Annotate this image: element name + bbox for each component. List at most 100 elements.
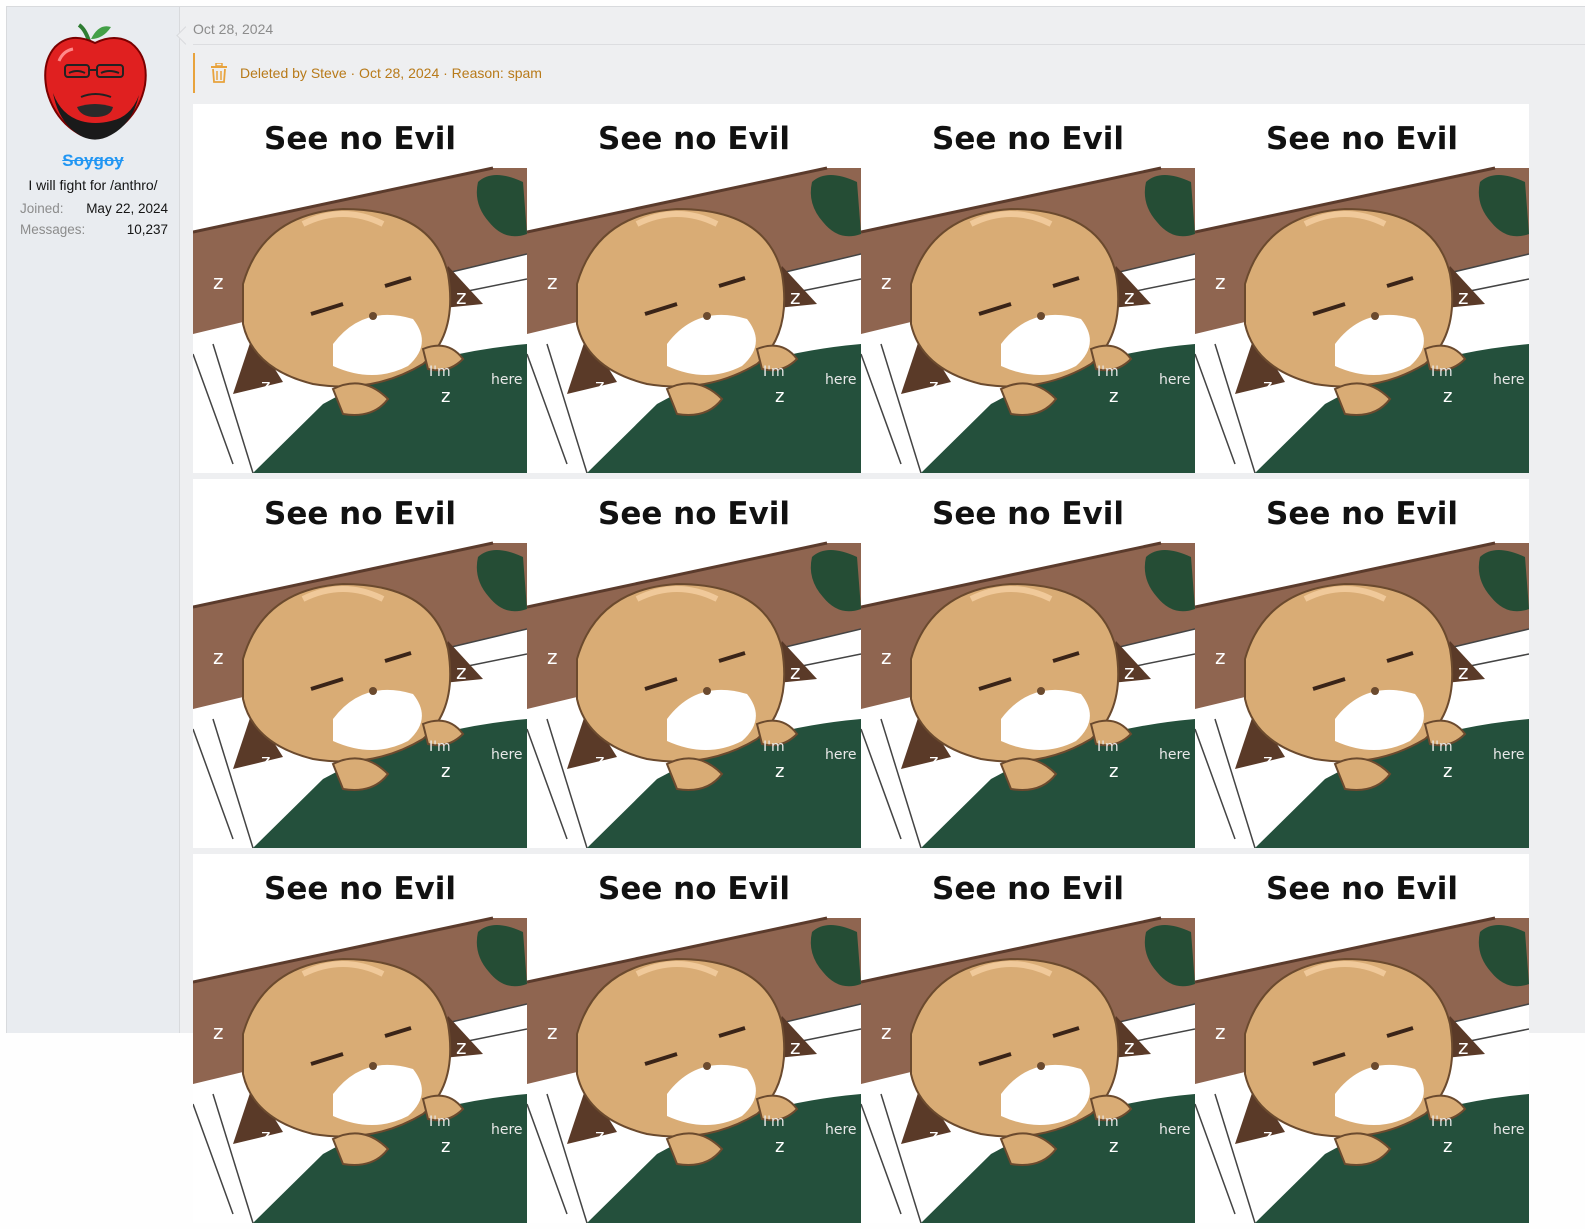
- svg-text:z: z: [1109, 386, 1118, 407]
- stat-value[interactable]: 10,237: [127, 222, 168, 237]
- svg-text:z: z: [1443, 1136, 1452, 1157]
- image-row: See no Evil z z z z I'm here See no Evil…: [193, 479, 1529, 848]
- meme-scribble: here: [491, 372, 523, 388]
- svg-text:z: z: [1124, 660, 1135, 684]
- svg-text:z: z: [929, 1126, 938, 1147]
- stat-label: Joined:: [20, 201, 64, 216]
- meme-scribble: I'm: [1097, 739, 1119, 755]
- meme-scribble: here: [1159, 1122, 1191, 1138]
- stat-label: Messages:: [20, 222, 86, 237]
- meme-scribble: here: [825, 372, 857, 388]
- meme-tile: See no Evil z z z z I'm here: [861, 854, 1195, 1223]
- meme-caption: See no Evil: [264, 121, 456, 157]
- svg-text:z: z: [775, 386, 784, 407]
- meme-scribble: I'm: [1431, 739, 1453, 755]
- meme-caption: See no Evil: [264, 871, 456, 907]
- svg-text:z: z: [790, 1035, 801, 1059]
- svg-text:z: z: [1263, 1126, 1272, 1147]
- meme-tile: See no Evil z z z z I'm here: [193, 854, 527, 1223]
- meme-scribble: here: [1159, 747, 1191, 763]
- svg-text:z: z: [213, 1020, 224, 1044]
- stat-joined: Joined: May 22, 2024: [20, 201, 168, 216]
- meme-tile: See no Evil z z z z I'm here: [1195, 104, 1529, 473]
- meme-scribble: I'm: [429, 364, 451, 380]
- meme-scribble: here: [1493, 747, 1525, 763]
- meme-art: See no Evil z z z z I'm here: [527, 479, 861, 848]
- meme-tile: See no Evil z z z z I'm here: [193, 104, 527, 473]
- meme-scribble: I'm: [763, 1114, 785, 1130]
- svg-text:z: z: [547, 1020, 558, 1044]
- svg-text:z: z: [456, 660, 467, 684]
- svg-text:z: z: [1215, 645, 1226, 669]
- meme-scribble: here: [1493, 1122, 1525, 1138]
- svg-text:z: z: [929, 376, 938, 397]
- svg-text:z: z: [1263, 376, 1272, 397]
- svg-text:z: z: [441, 386, 450, 407]
- svg-text:z: z: [1109, 761, 1118, 782]
- svg-text:z: z: [1458, 660, 1469, 684]
- meme-tile: See no Evil z z z z I'm here: [861, 104, 1195, 473]
- meme-art: See no Evil z z z z I'm here: [861, 854, 1195, 1223]
- svg-text:z: z: [213, 270, 224, 294]
- svg-text:z: z: [261, 376, 270, 397]
- meme-scribble: I'm: [1097, 364, 1119, 380]
- meme-scribble: I'm: [429, 739, 451, 755]
- svg-text:z: z: [261, 751, 270, 772]
- avatar[interactable]: [41, 21, 149, 147]
- svg-text:z: z: [1124, 1035, 1135, 1059]
- meme-caption: See no Evil: [1266, 496, 1458, 532]
- deleted-notice-text: Deleted by Steve · Oct 28, 2024 · Reason…: [240, 65, 542, 81]
- svg-text:z: z: [1109, 1136, 1118, 1157]
- svg-text:z: z: [1124, 285, 1135, 309]
- meme-tile: See no Evil z z z z I'm here: [527, 104, 861, 473]
- meme-tile: See no Evil z z z z I'm here: [861, 479, 1195, 848]
- meme-art: See no Evil z z z z I'm here: [861, 479, 1195, 848]
- meme-caption: See no Evil: [932, 121, 1124, 157]
- meme-art: See no Evil z z z z I'm here: [1195, 104, 1529, 473]
- svg-text:z: z: [595, 1126, 604, 1147]
- meme-caption: See no Evil: [598, 871, 790, 907]
- meme-caption: See no Evil: [1266, 121, 1458, 157]
- svg-text:z: z: [881, 1020, 892, 1044]
- user-title: I will fight for /anthro/: [28, 177, 158, 193]
- attached-image[interactable]: See no Evil z z z z I'm here See no Evil…: [193, 104, 1529, 1229]
- meme-caption: See no Evil: [1266, 871, 1458, 907]
- meme-scribble: here: [825, 1122, 857, 1138]
- divider: [193, 44, 1585, 45]
- meme-art: See no Evil z z z z I'm here: [193, 479, 527, 848]
- meme-scribble: here: [491, 1122, 523, 1138]
- meme-scribble: I'm: [763, 364, 785, 380]
- user-info-panel: Soygoy I will fight for /anthro/ Joined:…: [7, 7, 180, 1033]
- message-post: Soygoy I will fight for /anthro/ Joined:…: [6, 6, 1585, 1223]
- meme-art: See no Evil z z z z I'm here: [193, 104, 527, 473]
- meme-art: See no Evil z z z z I'm here: [1195, 479, 1529, 848]
- post-date[interactable]: Oct 28, 2024: [193, 21, 273, 37]
- svg-text:z: z: [1215, 270, 1226, 294]
- meme-art: See no Evil z z z z I'm here: [193, 854, 527, 1223]
- svg-text:z: z: [790, 660, 801, 684]
- svg-text:z: z: [1263, 751, 1272, 772]
- svg-text:z: z: [441, 1136, 450, 1157]
- svg-text:z: z: [775, 761, 784, 782]
- meme-tile: See no Evil z z z z I'm here: [1195, 479, 1529, 848]
- svg-text:z: z: [595, 376, 604, 397]
- meme-caption: See no Evil: [932, 871, 1124, 907]
- svg-text:z: z: [456, 285, 467, 309]
- svg-text:z: z: [881, 645, 892, 669]
- meme-scribble: I'm: [1097, 1114, 1119, 1130]
- svg-text:z: z: [547, 645, 558, 669]
- trash-icon: [211, 63, 227, 83]
- meme-tile: See no Evil z z z z I'm here: [1195, 854, 1529, 1223]
- meme-art: See no Evil z z z z I'm here: [527, 104, 861, 473]
- meme-tile: See no Evil z z z z I'm here: [193, 479, 527, 848]
- meme-scribble: here: [1493, 372, 1525, 388]
- username-link[interactable]: Soygoy: [7, 151, 179, 171]
- meme-tile: See no Evil z z z z I'm here: [527, 854, 861, 1223]
- meme-art: See no Evil z z z z I'm here: [527, 854, 861, 1223]
- svg-text:z: z: [441, 761, 450, 782]
- svg-text:z: z: [1443, 761, 1452, 782]
- deleted-notice: Deleted by Steve · Oct 28, 2024 · Reason…: [193, 53, 1585, 93]
- svg-text:z: z: [1458, 285, 1469, 309]
- meme-caption: See no Evil: [932, 496, 1124, 532]
- meme-scribble: here: [825, 747, 857, 763]
